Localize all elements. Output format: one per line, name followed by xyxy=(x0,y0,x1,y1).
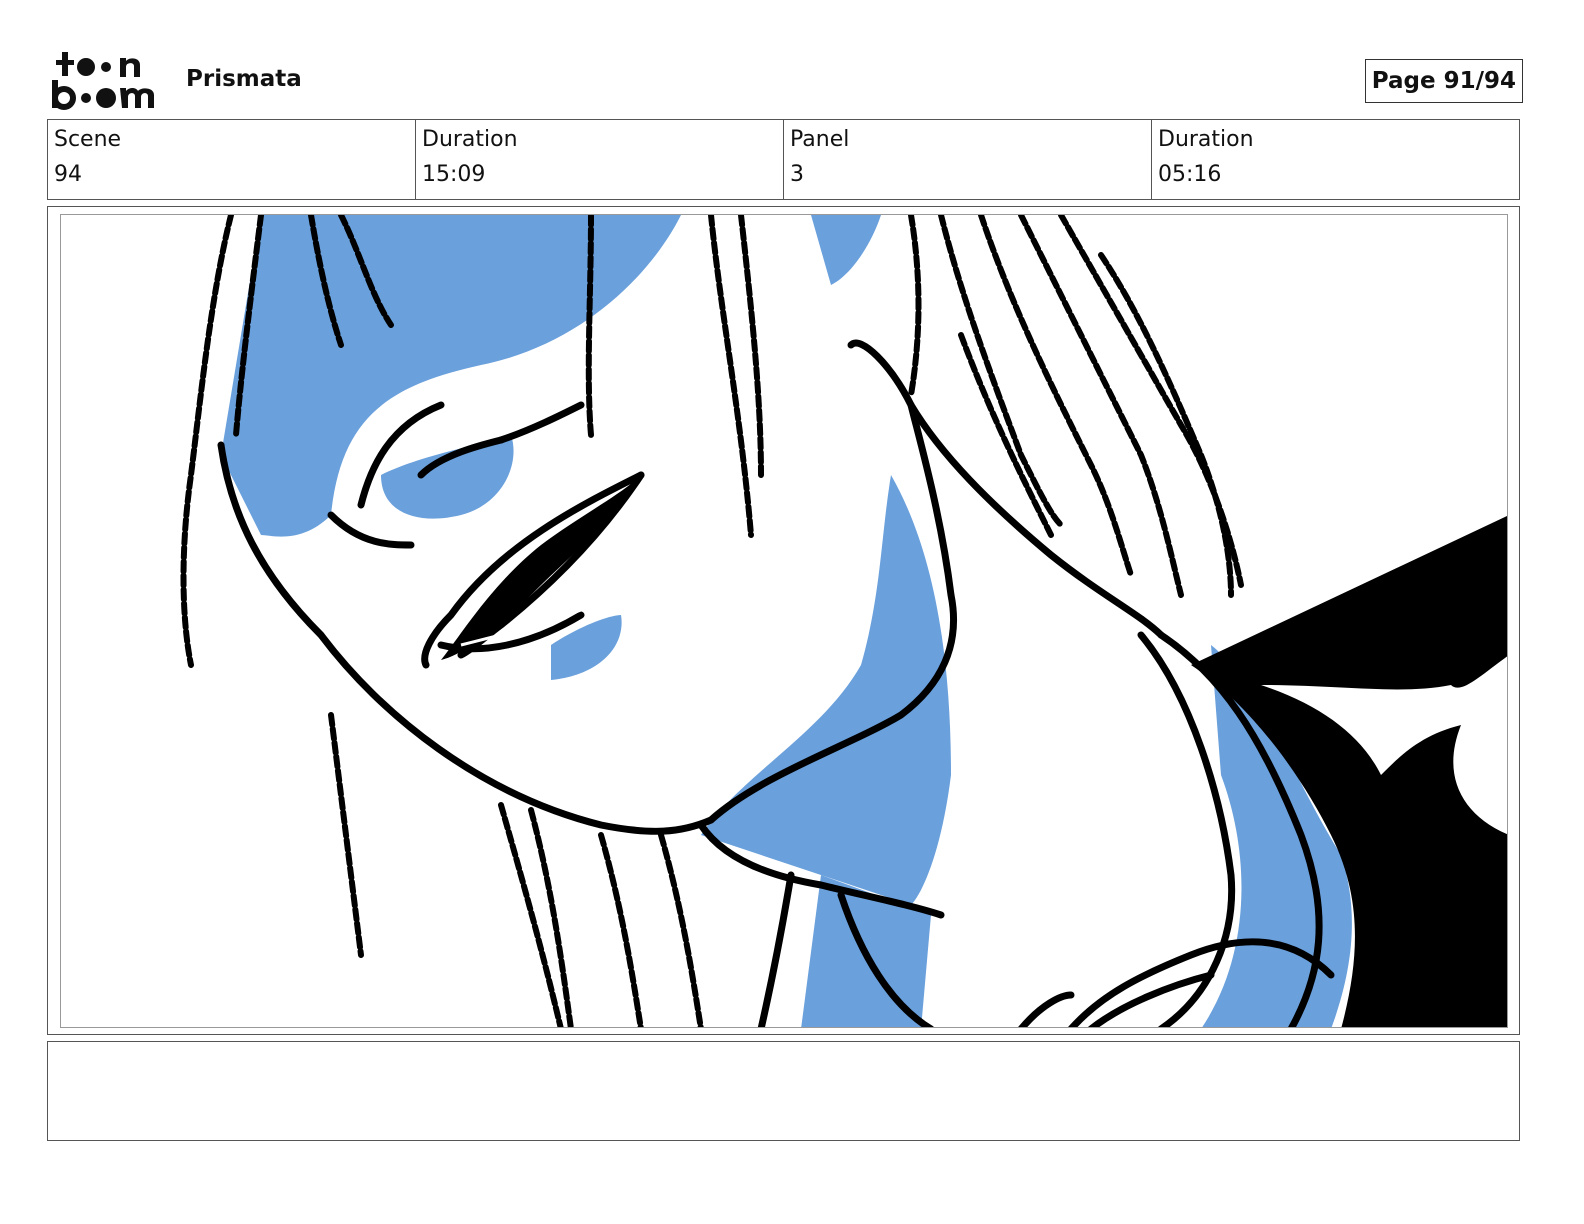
ink-outlines xyxy=(217,339,1335,1027)
scene-cell: Scene 94 xyxy=(48,120,415,199)
info-table: Scene 94 Duration 15:09 Panel 3 Duration… xyxy=(47,119,1520,200)
toon-boom-logo xyxy=(50,50,162,112)
panel-label: Panel xyxy=(790,127,850,152)
page-indicator: Page 91/94 xyxy=(1364,59,1523,103)
panel-frame xyxy=(47,206,1520,1035)
scene-label: Scene xyxy=(54,127,122,152)
panel-image xyxy=(60,214,1508,1028)
scene-duration-cell: Duration 15:09 xyxy=(415,120,783,199)
panel-duration-cell: Duration 05:16 xyxy=(1151,120,1519,199)
panel-notes xyxy=(47,1041,1520,1141)
panel-duration-label: Duration xyxy=(1158,127,1254,152)
scene-duration-value: 15:09 xyxy=(422,162,486,187)
panel-value: 3 xyxy=(790,162,804,187)
panel-duration-value: 05:16 xyxy=(1158,162,1222,187)
page-label: Page 91/94 xyxy=(1371,68,1516,94)
panel-cell: Panel 3 xyxy=(783,120,1151,199)
project-title: Prismata xyxy=(186,66,302,92)
character-closeup-sketch xyxy=(180,215,1507,1027)
scene-value: 94 xyxy=(54,162,82,187)
scene-duration-label: Duration xyxy=(422,127,518,152)
